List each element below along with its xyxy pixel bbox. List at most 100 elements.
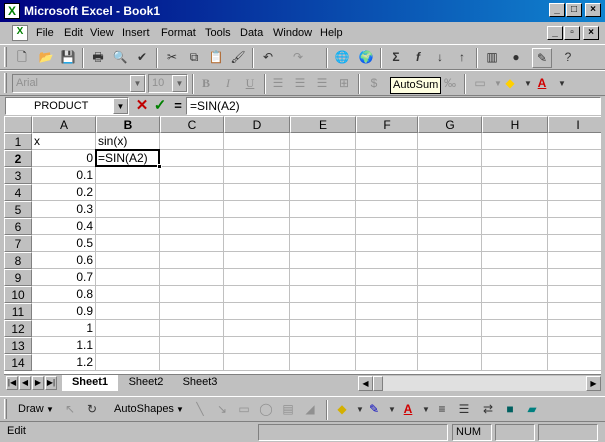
cell-c11[interactable]: [160, 303, 224, 320]
worksheet-grid[interactable]: A B C D E F G H I 1 x sin(x) 2 0 =SIN(A2) 3 0.1 4 0.2 5 0.3 6…: [4, 116, 601, 374]
cell-c6[interactable]: [160, 218, 224, 235]
shadow-icon[interactable]: ■: [500, 400, 520, 420]
cell-d1[interactable]: [224, 133, 290, 150]
workbook-icon[interactable]: X: [12, 25, 28, 41]
scroll-right-icon[interactable]: ▶: [586, 376, 601, 391]
cell-e12[interactable]: [290, 320, 356, 337]
cell-i8[interactable]: [548, 252, 601, 269]
cell-d12[interactable]: [224, 320, 290, 337]
paste-function-icon[interactable]: f: [408, 48, 428, 68]
column-header-h[interactable]: H: [482, 116, 548, 133]
sort-descending-icon[interactable]: ↑: [452, 48, 472, 68]
cell-c3[interactable]: [160, 167, 224, 184]
cell-c9[interactable]: [160, 269, 224, 286]
cell-a1[interactable]: x: [32, 133, 96, 150]
web-toolbar-icon[interactable]: 🌍: [356, 48, 376, 68]
cell-e5[interactable]: [290, 201, 356, 218]
cell-i4[interactable]: [548, 184, 601, 201]
row-header-3[interactable]: 3: [4, 167, 32, 184]
cell-b8[interactable]: [96, 252, 160, 269]
borders-icon[interactable]: ▭: [470, 74, 490, 94]
cell-h7[interactable]: [482, 235, 548, 252]
cell-e11[interactable]: [290, 303, 356, 320]
cell-f10[interactable]: [356, 286, 418, 303]
column-header-f[interactable]: F: [356, 116, 418, 133]
formula-input[interactable]: =SIN(A2): [186, 97, 601, 115]
cell-i9[interactable]: [548, 269, 601, 286]
cell-d10[interactable]: [224, 286, 290, 303]
column-header-e[interactable]: E: [290, 116, 356, 133]
cell-c5[interactable]: [160, 201, 224, 218]
cell-f12[interactable]: [356, 320, 418, 337]
cell-a13[interactable]: 1.1: [32, 337, 96, 354]
cell-b6[interactable]: [96, 218, 160, 235]
doc-minimize-button[interactable]: _: [547, 26, 563, 40]
cell-f3[interactable]: [356, 167, 418, 184]
font-color-icon[interactable]: A: [398, 400, 418, 420]
cell-g7[interactable]: [418, 235, 482, 252]
menu-insert[interactable]: Insert: [122, 27, 150, 39]
cell-a5[interactable]: 0.3: [32, 201, 96, 218]
cell-b5[interactable]: [96, 201, 160, 218]
cell-h6[interactable]: [482, 218, 548, 235]
cell-e4[interactable]: [290, 184, 356, 201]
cell-e7[interactable]: [290, 235, 356, 252]
cell-c13[interactable]: [160, 337, 224, 354]
cell-i12[interactable]: [548, 320, 601, 337]
column-header-a[interactable]: A: [32, 116, 96, 133]
cell-e2[interactable]: [290, 150, 356, 167]
cell-i11[interactable]: [548, 303, 601, 320]
cell-h1[interactable]: [482, 133, 548, 150]
horizontal-scrollbar[interactable]: ◀ ▶: [358, 376, 601, 391]
cell-g14[interactable]: [418, 354, 482, 371]
cell-g3[interactable]: [418, 167, 482, 184]
excel-app-icon[interactable]: X: [4, 3, 20, 19]
column-header-g[interactable]: G: [418, 116, 482, 133]
free-rotate-icon[interactable]: ↻: [82, 400, 102, 420]
menu-window[interactable]: Window: [273, 27, 312, 39]
cancel-icon[interactable]: ✕: [133, 97, 151, 115]
cell-d3[interactable]: [224, 167, 290, 184]
first-sheet-icon[interactable]: |◀: [6, 376, 18, 390]
cell-d11[interactable]: [224, 303, 290, 320]
cell-d6[interactable]: [224, 218, 290, 235]
row-header-8[interactable]: 8: [4, 252, 32, 269]
cell-h4[interactable]: [482, 184, 548, 201]
underline-button[interactable]: U: [240, 74, 260, 94]
cell-b9[interactable]: [96, 269, 160, 286]
cell-b12[interactable]: [96, 320, 160, 337]
font-color-icon[interactable]: A: [532, 74, 552, 94]
row-header-13[interactable]: 13: [4, 337, 32, 354]
cell-f14[interactable]: [356, 354, 418, 371]
cell-d4[interactable]: [224, 184, 290, 201]
cell-d14[interactable]: [224, 354, 290, 371]
cell-i1[interactable]: [548, 133, 601, 150]
column-header-i[interactable]: I: [548, 116, 601, 133]
menu-tools[interactable]: Tools: [205, 27, 231, 39]
oval-icon[interactable]: ◯: [256, 400, 276, 420]
maximize-button[interactable]: □: [566, 3, 582, 17]
cell-i3[interactable]: [548, 167, 601, 184]
cell-h14[interactable]: [482, 354, 548, 371]
merge-center-icon[interactable]: ⊞: [334, 74, 354, 94]
cell-c4[interactable]: [160, 184, 224, 201]
cell-f9[interactable]: [356, 269, 418, 286]
cell-h9[interactable]: [482, 269, 548, 286]
cell-i10[interactable]: [548, 286, 601, 303]
cell-e13[interactable]: [290, 337, 356, 354]
row-header-12[interactable]: 12: [4, 320, 32, 337]
dash-style-icon[interactable]: ☰: [454, 400, 474, 420]
edit-formula-button[interactable]: =: [169, 97, 187, 115]
redo-icon[interactable]: ↷: [288, 48, 308, 68]
cell-a8[interactable]: 0.6: [32, 252, 96, 269]
cell-d8[interactable]: [224, 252, 290, 269]
cell-d7[interactable]: [224, 235, 290, 252]
cell-g8[interactable]: [418, 252, 482, 269]
cell-a10[interactable]: 0.8: [32, 286, 96, 303]
cell-f4[interactable]: [356, 184, 418, 201]
row-header-4[interactable]: 4: [4, 184, 32, 201]
cell-e6[interactable]: [290, 218, 356, 235]
cell-b13[interactable]: [96, 337, 160, 354]
text-box-icon[interactable]: ▤: [278, 400, 298, 420]
print-icon[interactable]: 🖶: [88, 48, 108, 68]
